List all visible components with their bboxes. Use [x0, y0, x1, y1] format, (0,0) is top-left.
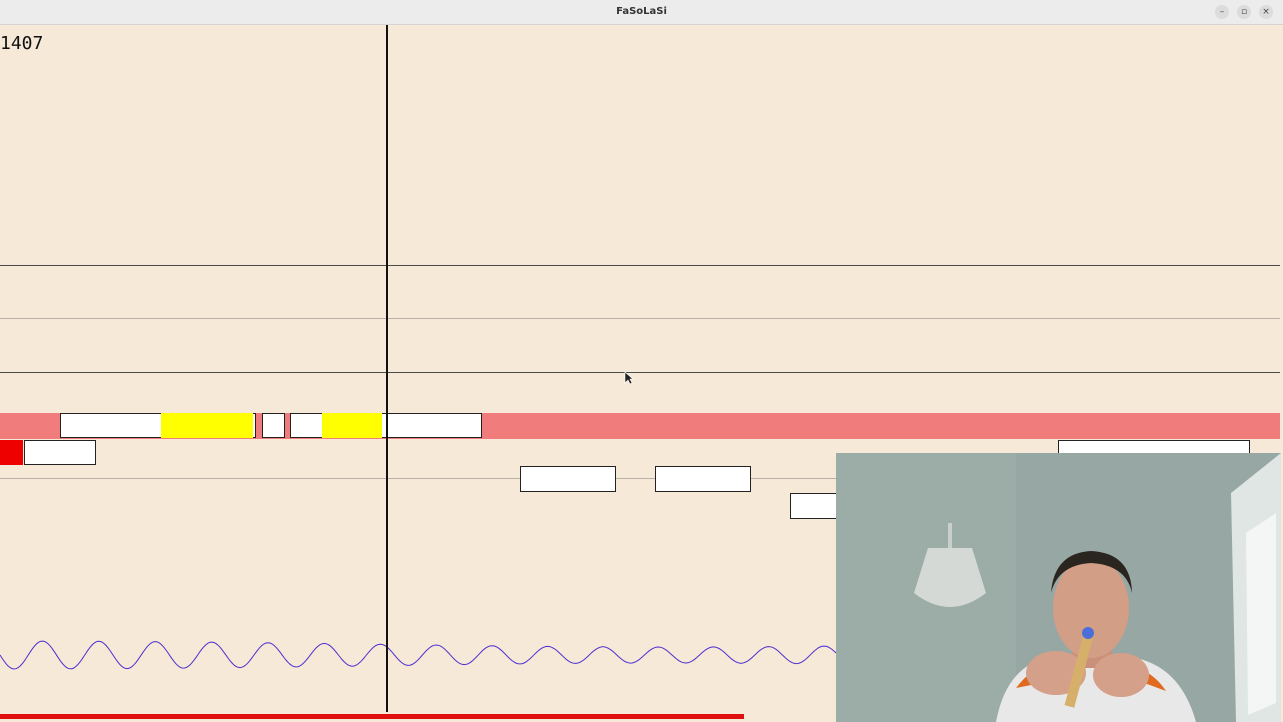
window-title: FaSoLaSi [616, 6, 667, 17]
score-counter: 1407 [0, 33, 44, 54]
progress-fill [0, 714, 744, 719]
note-block [655, 466, 751, 492]
webcam-image [836, 453, 1281, 722]
staff-line [0, 265, 1280, 266]
mouse-cursor-icon [624, 371, 634, 385]
note-hit-segment [322, 413, 382, 438]
piano-roll-canvas[interactable]: 1407 [0, 25, 1283, 722]
note-hit-segment [161, 413, 253, 438]
close-button[interactable]: × [1259, 5, 1273, 19]
audio-waveform [0, 640, 837, 670]
note-block [520, 466, 616, 492]
staff-line [0, 372, 1280, 373]
title-bar: FaSoLaSi – ▫ × [0, 0, 1283, 25]
note-block [262, 413, 285, 438]
note-block [24, 440, 96, 465]
staff-line [0, 318, 1280, 319]
playhead[interactable] [386, 25, 388, 722]
note-miss-segment [0, 440, 23, 465]
webcam-feed [836, 453, 1281, 722]
restore-button[interactable]: ▫ [1237, 5, 1251, 19]
waveform-line [0, 640, 837, 670]
minimize-button[interactable]: – [1215, 5, 1229, 19]
